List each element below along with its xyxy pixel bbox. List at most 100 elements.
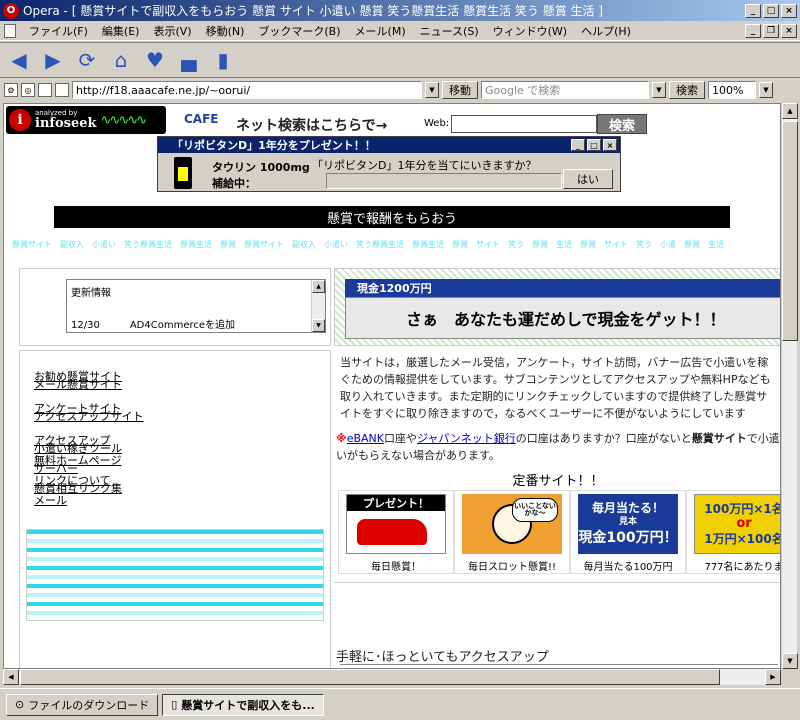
window-title: Opera - [ 懸賞サイトで副収入をもらおう 懸賞 サイト 小遣い 懸賞 笑…: [23, 4, 604, 18]
hotlist-icon[interactable]: ♥: [142, 47, 168, 73]
web-search-input[interactable]: [451, 115, 597, 133]
back-icon[interactable]: ◀: [6, 47, 32, 73]
site-card[interactable]: 毎月当たる！ 見本 現金100万円！ 毎月当たる100万円: [570, 490, 686, 574]
site-card[interactable]: 100万円×1名 or 1万円×100名 777名にあたりま: [686, 490, 781, 574]
car-icon: [357, 519, 427, 545]
child-restore-button[interactable]: ❐: [763, 23, 779, 38]
scroll-right-icon[interactable]: ▶: [765, 669, 781, 685]
infoseek-logo[interactable]: i analyzed by infoseek ∿∿∿∿∿: [6, 106, 166, 134]
scroll-left-icon[interactable]: ◀: [3, 669, 19, 685]
web-search-button[interactable]: 検索: [597, 114, 647, 134]
menu-file[interactable]: ファイル(F): [22, 23, 95, 39]
yes-button[interactable]: はい: [563, 169, 613, 189]
opera-icon: O: [3, 2, 19, 19]
search-button[interactable]: 検索: [669, 81, 705, 99]
menu-news[interactable]: ニュース(S): [413, 23, 486, 39]
updates-textarea[interactable]: 更新情報 12/30 AD4Commerceを追加 ▲ ▼: [66, 279, 326, 333]
vertical-scroll-thumb[interactable]: [782, 121, 798, 341]
menu-bar: ファイル(F) 編集(E) 表示(V) 移動(N) ブックマーク(B) メール(…: [0, 21, 800, 41]
japannet-link[interactable]: ジャパンネット銀行: [417, 432, 516, 445]
popup-title: 「リポビタンD」1年分をプレゼント！！: [172, 139, 376, 152]
site-name[interactable]: 毎日懸賞！: [339, 558, 453, 573]
thumb-or: or: [736, 516, 752, 532]
updates-panel: 更新情報 12/30 AD4Commerceを追加 ▲ ▼: [19, 268, 331, 346]
left-menu: お勧め懸賞サイト メール懸賞サイト アンケートサイト アクセスアップサイト アク…: [34, 371, 143, 507]
bank-notice: ※eBANK口座やジャパンネット銀行の口座はありますか？口座がないと懸賞サイトで…: [336, 430, 780, 464]
maximize-button[interactable]: □: [763, 3, 779, 18]
cafe-logo: CAFE: [184, 112, 219, 126]
navigation-toolbar: ◀ ▶ ⟳ ⌂ ♥ ▄ ▮: [0, 42, 800, 78]
popup-minimize-button[interactable]: _: [571, 139, 585, 151]
wave-icon: ∿∿∿∿∿: [100, 112, 147, 128]
popup-close-button[interactable]: ×: [603, 139, 617, 151]
tab-label: ファイルのダウンロード: [28, 698, 150, 712]
cookie-icon[interactable]: ◎: [21, 83, 35, 97]
print-icon[interactable]: ▄: [176, 47, 202, 73]
zoom-select[interactable]: 100%: [708, 81, 756, 99]
thumb-label: 100万円×1名: [704, 501, 781, 516]
infoseek-header: i analyzed by infoseek ∿∿∿∿∿ CAFE ネット検索は…: [4, 104, 664, 136]
notice-mid1: 口座や: [383, 432, 417, 445]
lock-icon[interactable]: [55, 83, 69, 97]
menu-link-access-up-sites[interactable]: アクセスアップサイト: [34, 411, 143, 423]
cash-ad-banner[interactable]: 現金1200万円 さぁ あなたも運だめしで現金をゲット！！: [334, 268, 780, 346]
menu-help[interactable]: ヘルプ(H): [574, 23, 638, 39]
ebank-link[interactable]: eBANK: [347, 432, 384, 445]
search-engine-chevron-icon[interactable]: ▼: [652, 82, 666, 98]
popup-maximize-button[interactable]: □: [587, 139, 601, 151]
horizontal-scrollbar[interactable]: ◀ ▶: [3, 669, 781, 685]
reload-icon[interactable]: ⟳: [74, 47, 100, 73]
thumb-sample: 見本: [618, 516, 637, 527]
tab-downloads[interactable]: ⊙ ファイルのダウンロード: [6, 693, 159, 716]
info-icon: i: [9, 109, 31, 131]
menu-mail[interactable]: メール(M): [348, 23, 413, 39]
car-image[interactable]: プレゼント！: [346, 494, 446, 554]
menu-view[interactable]: 表示(V): [146, 23, 198, 39]
security-icon[interactable]: ⚙: [4, 83, 18, 97]
new-page-icon[interactable]: ▮: [210, 47, 236, 73]
prize-image[interactable]: 100万円×1名 or 1万円×100名: [694, 494, 781, 554]
updates-heading: 更新情報: [71, 288, 111, 299]
zoom-chevron-icon[interactable]: ▼: [759, 82, 773, 98]
site-name[interactable]: 毎月当たる100万円: [571, 558, 685, 573]
child-minimize-button[interactable]: _: [745, 23, 761, 38]
face-image[interactable]: いいことないかな～: [462, 494, 562, 554]
menu-edit[interactable]: 編集(E): [95, 23, 147, 39]
horizontal-scroll-thumb[interactable]: [20, 669, 720, 685]
updates-text: AD4Commerceを追加: [129, 320, 236, 331]
site-name[interactable]: 777名にあたりま: [687, 558, 780, 573]
tab-current-page[interactable]: ▯ 懸賞サイトで副収入をも...: [162, 693, 324, 716]
site-card[interactable]: いいことないかな～ 毎日スロット懸賞!!: [454, 490, 570, 574]
forward-icon[interactable]: ▶: [40, 47, 66, 73]
thumb-big: 1万円×100名: [704, 531, 781, 546]
url-input[interactable]: http://f18.aaacafe.ne.jp/~oorui/: [72, 81, 422, 99]
minimize-button[interactable]: _: [745, 3, 761, 18]
scroll-up-icon[interactable]: ▲: [782, 103, 798, 119]
left-menu-column: お勧め懸賞サイト メール懸賞サイト アンケートサイト アクセスアップサイト アク…: [19, 350, 331, 668]
thumb-label: 毎月当たる！: [591, 501, 664, 516]
menu-link-mail-sites[interactable]: メール懸賞サイト: [34, 379, 143, 391]
search-input[interactable]: Google で検索: [481, 81, 649, 99]
scroll-down-icon[interactable]: ▼: [312, 319, 325, 332]
access-up-heading: 手軽に･ほっといてもアクセスアップ: [336, 650, 549, 665]
cash-image[interactable]: 毎月当たる！ 見本 現金100万円！: [578, 494, 678, 554]
menu-link-mail[interactable]: メール: [34, 495, 143, 507]
home-icon[interactable]: ⌂: [108, 47, 134, 73]
close-button[interactable]: ×: [781, 3, 797, 18]
vertical-scrollbar[interactable]: ▲ ▼: [781, 103, 798, 669]
site-card[interactable]: プレゼント！ 毎日懸賞！: [338, 490, 454, 574]
menu-bookmarks[interactable]: ブックマーク(B): [251, 23, 347, 39]
child-close-button[interactable]: ×: [781, 23, 797, 38]
scroll-up-icon[interactable]: ▲: [312, 280, 325, 293]
url-dropdown-chevron-icon[interactable]: ▼: [425, 82, 439, 98]
updates-scrollbar[interactable]: ▲ ▼: [311, 280, 325, 332]
site-name[interactable]: 毎日スロット懸賞!!: [455, 558, 569, 573]
standard-sites: プレゼント！ 毎日懸賞！ いいことないかな～ 毎日スロット懸賞!! 毎月当たる！…: [338, 490, 781, 574]
menu-navigate[interactable]: 移動(N): [199, 23, 252, 39]
page-icon[interactable]: [38, 83, 52, 97]
scroll-down-icon[interactable]: ▼: [782, 653, 798, 669]
go-button[interactable]: 移動: [442, 81, 478, 99]
infoseek-brand: infoseek: [35, 116, 97, 131]
page-viewport: i analyzed by infoseek ∿∿∿∿∿ CAFE ネット検索は…: [3, 103, 781, 669]
menu-window[interactable]: ウィンドウ(W): [486, 23, 574, 39]
